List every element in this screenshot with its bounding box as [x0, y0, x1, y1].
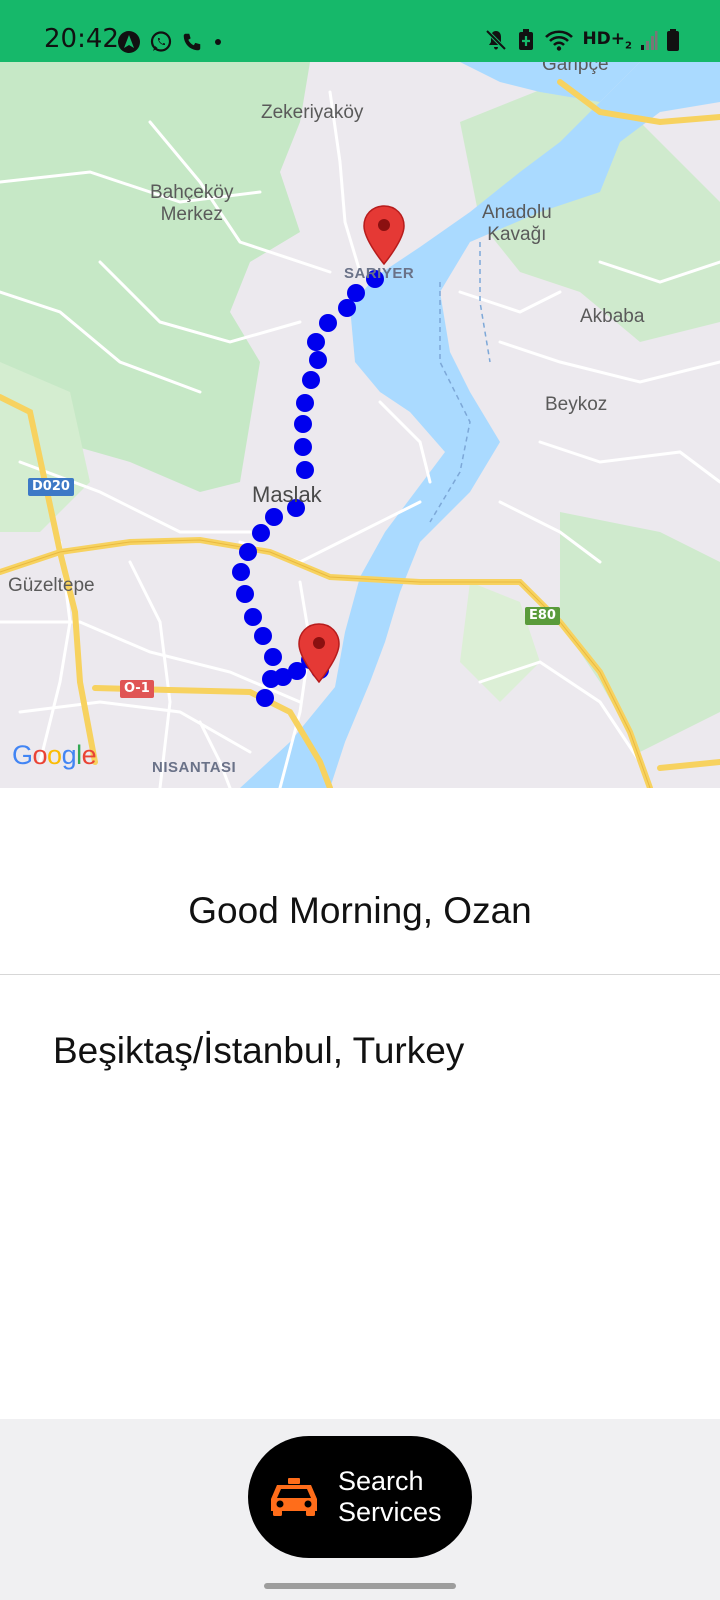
status-notification-icons — [117, 30, 225, 54]
road-shield-d020: D020 — [28, 478, 74, 497]
map-label-anadolu-kavagi: Anadolu Kavağı — [482, 202, 552, 245]
dot-icon — [215, 39, 221, 45]
gesture-nav-handle[interactable] — [264, 1583, 456, 1589]
map-label-sariyer: SARIYER — [344, 265, 415, 282]
battery-saver-icon — [519, 29, 534, 50]
greeting-text: Good Morning, Ozan — [188, 890, 532, 931]
whatsapp-icon — [150, 31, 172, 52]
map-label-garipce: Garipçe — [542, 62, 609, 75]
map-label-guzeltepe: Güzeltepe — [8, 575, 95, 596]
map-label-zekeriyakoy: Zekeriyaköy — [261, 102, 364, 123]
phone-icon — [183, 33, 201, 51]
route-map[interactable]: Garipçe Zekeriyaköy Bahçeköy Merkez Anad… — [0, 62, 720, 788]
divider — [0, 974, 720, 975]
road-shield-e80: E80 — [525, 607, 560, 626]
current-location-text: Beşiktaş/İstanbul, Turkey — [53, 1030, 465, 1071]
status-time: 20:42 — [44, 24, 119, 54]
map-label-bahcekoy: Bahçeköy Merkez — [150, 182, 234, 225]
map-label-nisantasi: NISANTASI — [152, 759, 237, 776]
google-logo: Google — [12, 740, 97, 770]
nav-app-icon — [118, 31, 140, 53]
map-canvas — [0, 62, 720, 788]
search-services-label: Search Services — [338, 1465, 442, 1527]
status-bar: 20:42 HD+2 — [0, 0, 720, 62]
taxi-icon — [271, 1478, 317, 1516]
wifi-icon — [545, 30, 574, 51]
map-label-maslak: Maslak — [252, 482, 322, 507]
mute-icon — [486, 29, 507, 51]
battery-icon — [667, 29, 679, 51]
destination-pin-icon[interactable] — [362, 204, 406, 266]
search-services-button[interactable]: Search Services — [248, 1436, 472, 1558]
network-type-label: HD+2 — [582, 28, 632, 52]
road-shield-o1: O-1 — [120, 680, 154, 699]
signal-icon — [641, 31, 658, 50]
map-label-beykoz: Beykoz — [545, 394, 608, 415]
status-system-icons: HD+2 — [484, 28, 680, 52]
origin-pin-icon[interactable] — [297, 622, 341, 684]
map-label-akbaba: Akbaba — [580, 306, 645, 327]
